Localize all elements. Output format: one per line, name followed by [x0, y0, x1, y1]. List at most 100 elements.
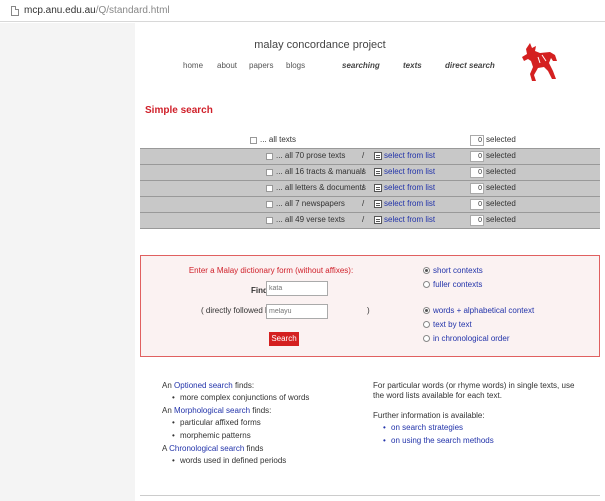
text-by-text-radio[interactable] — [423, 321, 430, 328]
text: An — [162, 381, 175, 390]
text: An — [162, 406, 175, 415]
all-texts-checkbox[interactable] — [250, 137, 257, 144]
morph-line: An Morphological search finds: — [162, 406, 362, 416]
search-methods-link[interactable]: on using the search methods — [383, 436, 578, 446]
text: finds: — [232, 381, 255, 390]
row-label: ... all 7 newspapers — [276, 199, 345, 208]
separator: / — [362, 167, 365, 176]
followed-by-label: ( directly followed by — [201, 306, 274, 315]
separator: / — [362, 151, 365, 160]
chrono-line: A Chronological search finds — [162, 444, 362, 454]
morph-list: particular affixed forms morphemic patte… — [172, 418, 362, 441]
further-links: on search strategies on using the search… — [383, 423, 578, 446]
selected-label: selected — [486, 183, 516, 192]
selected-label: selected — [486, 151, 516, 160]
search-form: Enter a Malay dictionary form (without a… — [140, 255, 600, 357]
separator: / — [362, 199, 365, 208]
fuller-contexts-label[interactable]: fuller contexts — [433, 280, 482, 289]
row-count[interactable]: 0 — [470, 183, 484, 194]
texts-row: ... all 7 newspapers / select from list … — [140, 197, 600, 213]
short-contexts-label[interactable]: short contexts — [433, 266, 483, 275]
alphabetical-context-radio[interactable] — [423, 307, 430, 314]
select-from-list-link[interactable]: select from list — [384, 215, 435, 224]
row-count[interactable]: 0 — [470, 151, 484, 162]
site-title: malay concordance project — [254, 39, 386, 51]
optioned-search-link[interactable]: Optioned search — [174, 381, 233, 390]
texts-table: ... all texts 0 selected ... all 70 pros… — [140, 133, 600, 229]
search-button[interactable]: Search — [269, 332, 299, 346]
find-input[interactable] — [266, 281, 328, 296]
fuller-contexts-radio[interactable] — [423, 281, 430, 288]
select-from-list-link[interactable]: select from list — [384, 151, 435, 160]
search-types-info: An Optioned search finds: more complex c… — [162, 381, 362, 469]
separator: / — [362, 215, 365, 224]
select-from-list-link[interactable]: select from list — [384, 167, 435, 176]
optioned-line: An Optioned search finds: — [162, 381, 362, 391]
nav-direct-search[interactable]: direct search — [445, 61, 495, 70]
selected-label: selected — [486, 199, 516, 208]
footer-divider — [140, 495, 600, 496]
list-item: particular affixed forms — [172, 418, 362, 428]
nav-home[interactable]: home — [183, 61, 203, 70]
nav-texts[interactable]: texts — [403, 61, 422, 70]
alphabetical-context-label[interactable]: words + alphabetical context — [433, 306, 534, 315]
red-horse-logo-icon[interactable] — [520, 39, 560, 83]
page-icon — [11, 6, 19, 16]
verse-checkbox[interactable] — [266, 217, 273, 224]
url-host: mcp.anu.edu.au — [24, 5, 96, 16]
search-prompt: Enter a Malay dictionary form (without a… — [188, 266, 354, 275]
list-icon[interactable] — [374, 168, 382, 176]
letters-checkbox[interactable] — [266, 185, 273, 192]
chrono-list: words used in defined periods — [172, 456, 362, 466]
row-count[interactable]: 0 — [470, 199, 484, 210]
texts-row-all: ... all texts 0 selected — [140, 133, 600, 149]
all-texts-count[interactable]: 0 — [470, 135, 484, 146]
selected-label: selected — [486, 135, 516, 144]
text: finds: — [250, 406, 272, 415]
chronological-order-label[interactable]: in chronological order — [433, 334, 510, 343]
separator: / — [362, 183, 365, 192]
search-strategies-link[interactable]: on search strategies — [383, 423, 578, 433]
row-label: ... all letters & documents — [276, 183, 366, 192]
texts-row: ... all letters & documents / select fro… — [140, 181, 600, 197]
url-path: /Q/standard.html — [95, 5, 170, 16]
text-by-text-label[interactable]: text by text — [433, 320, 472, 329]
nav-about[interactable]: about — [217, 61, 237, 70]
tracts-checkbox[interactable] — [266, 169, 273, 176]
select-from-list-link[interactable]: select from list — [384, 183, 435, 192]
text: finds — [244, 444, 264, 453]
row-count[interactable]: 0 — [470, 167, 484, 178]
further-info-label: Further information is available: — [373, 411, 485, 420]
short-contexts-radio[interactable] — [423, 267, 430, 274]
texts-row: ... all 70 prose texts / select from lis… — [140, 149, 600, 165]
row-count[interactable]: 0 — [470, 215, 484, 226]
list-item: morphemic patterns — [172, 431, 362, 441]
list-icon[interactable] — [374, 152, 382, 160]
list-item: words used in defined periods — [172, 456, 362, 466]
section-title: Simple search — [145, 105, 213, 116]
chronological-order-radio[interactable] — [423, 335, 430, 342]
list-icon[interactable] — [374, 184, 382, 192]
texts-row: ... all 49 verse texts / select from lis… — [140, 213, 600, 229]
nav-papers[interactable]: papers — [249, 61, 273, 70]
chronological-search-link[interactable]: Chronological search — [169, 444, 244, 453]
all-texts-label: ... all texts — [260, 135, 297, 144]
followed-by-input[interactable] — [266, 304, 328, 319]
address-bar[interactable]: mcp.anu.edu.au/Q/standard.html — [0, 0, 605, 22]
list-icon[interactable] — [374, 200, 382, 208]
list-item: more complex conjunctions of words — [172, 393, 362, 403]
nav-searching[interactable]: searching — [342, 61, 380, 70]
select-from-list-link[interactable]: select from list — [384, 199, 435, 208]
url-text[interactable]: mcp.anu.edu.au/Q/standard.html — [24, 5, 170, 16]
morphological-search-link[interactable]: Morphological search — [174, 406, 250, 415]
row-label: ... all 16 tracts & manuals — [276, 167, 366, 176]
page-content: malay concordance project home about pap… — [135, 23, 605, 501]
newspapers-checkbox[interactable] — [266, 201, 273, 208]
main-nav: home about papers blogs searching texts … — [135, 61, 505, 73]
selected-label: selected — [486, 167, 516, 176]
optioned-list: more complex conjunctions of words — [172, 393, 362, 403]
left-gutter — [0, 23, 135, 501]
nav-blogs[interactable]: blogs — [286, 61, 305, 70]
list-icon[interactable] — [374, 216, 382, 224]
prose-checkbox[interactable] — [266, 153, 273, 160]
